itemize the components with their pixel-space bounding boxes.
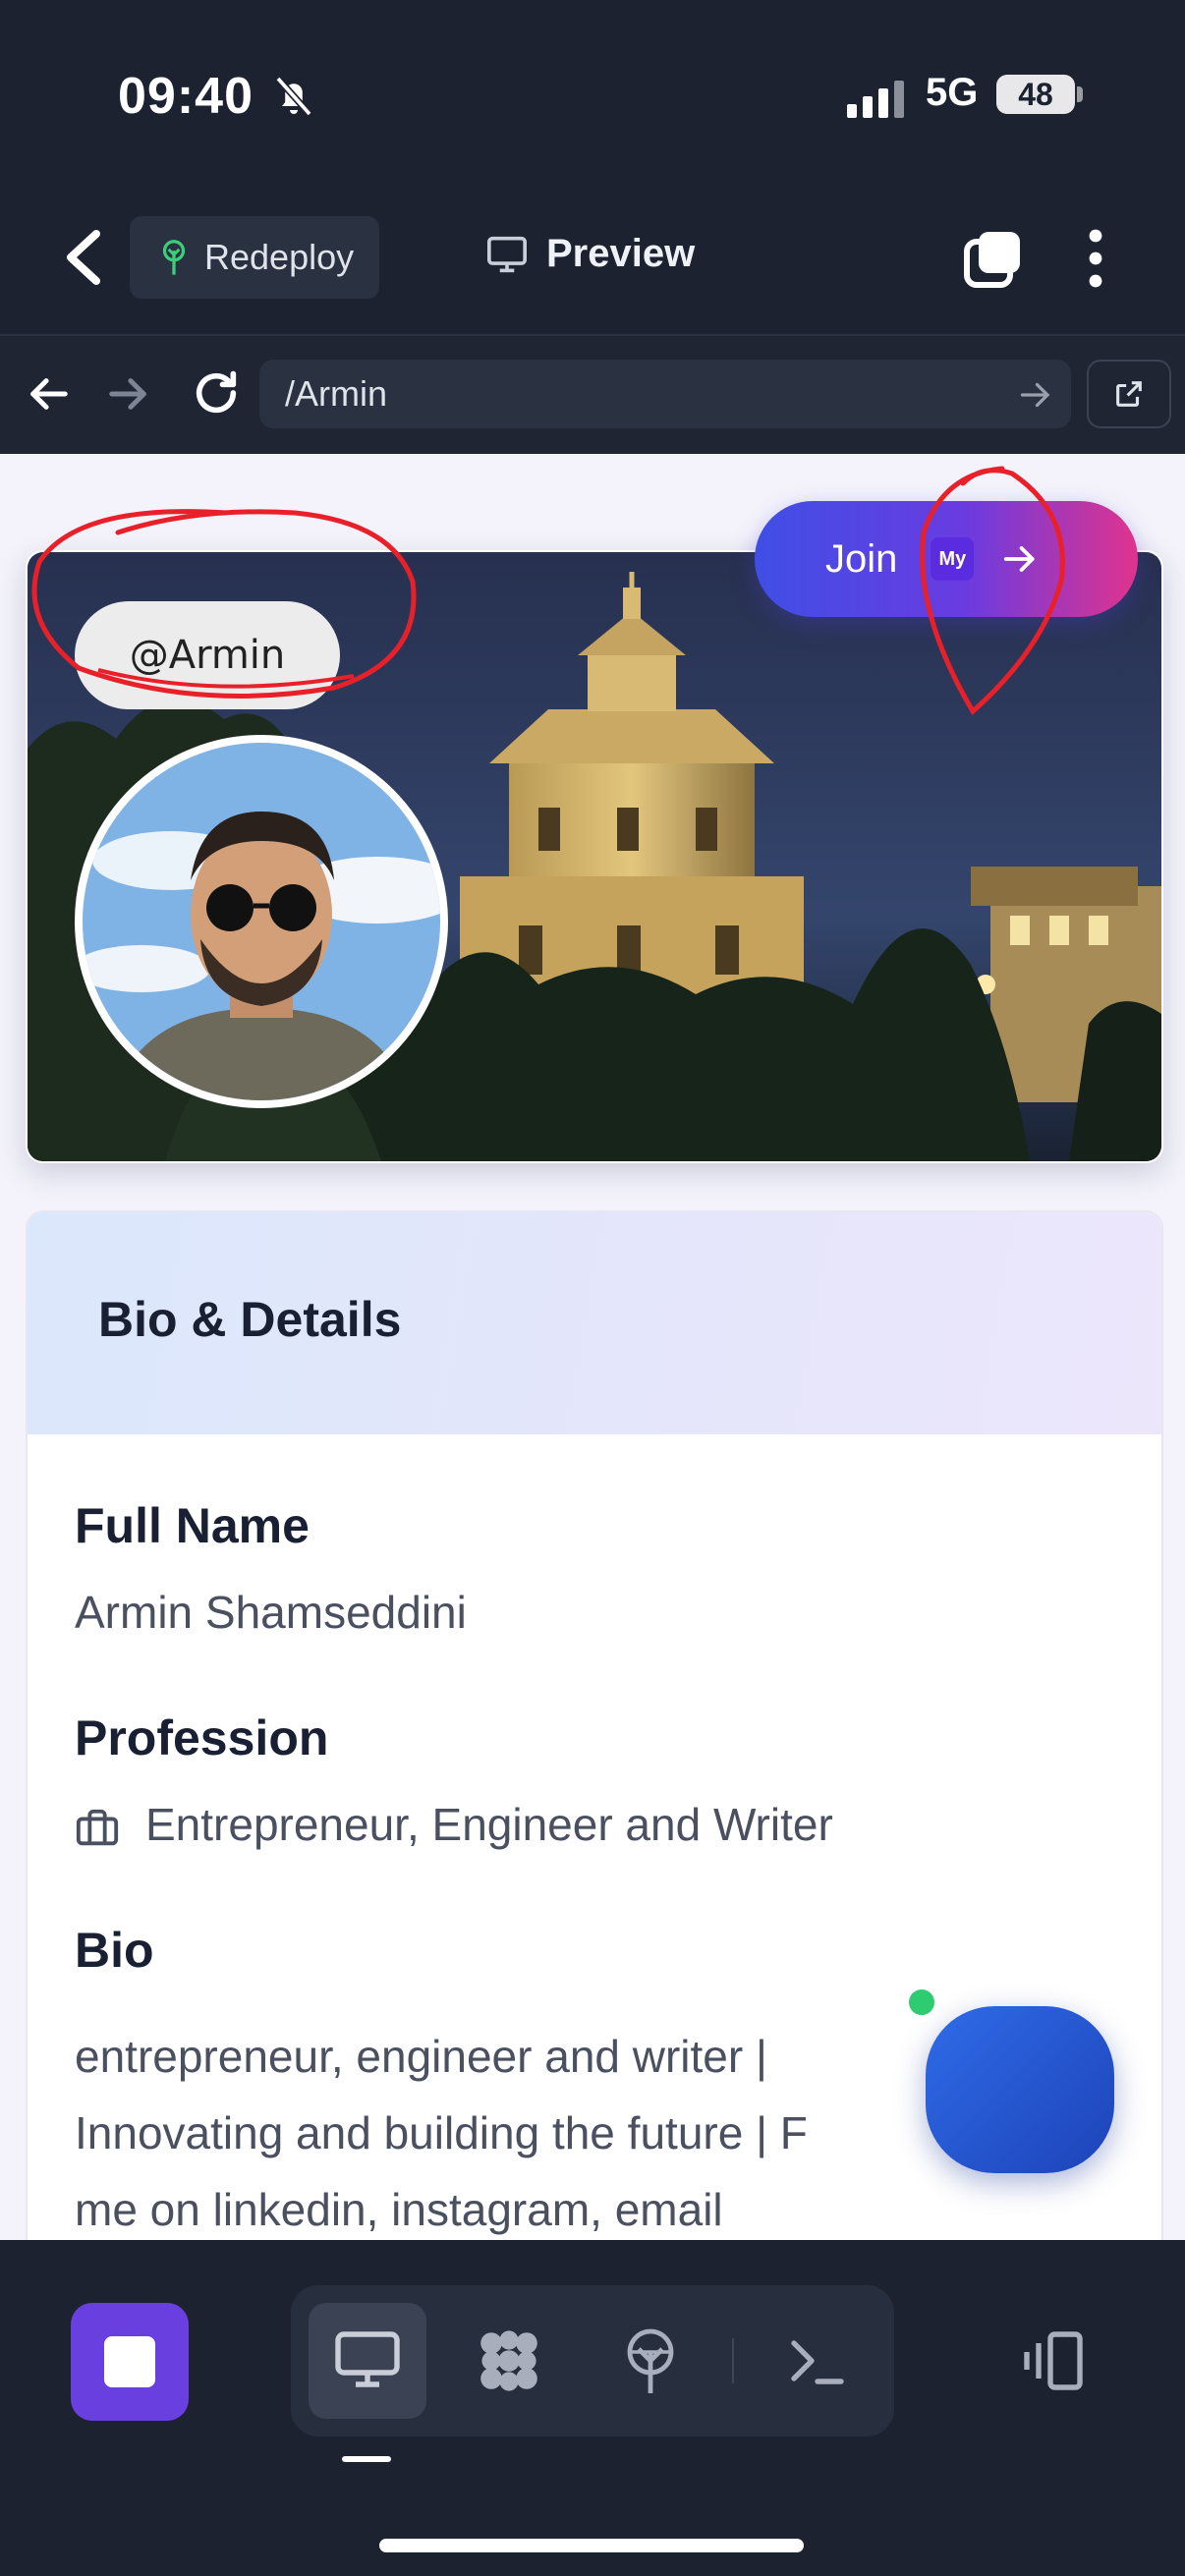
more-options-icon[interactable] <box>1081 228 1110 289</box>
divider <box>732 2338 734 2383</box>
deploy-tree-icon[interactable] <box>615 2325 686 2396</box>
online-status-dot <box>902 1983 941 2022</box>
stop-icon <box>104 2336 155 2387</box>
web-preview: @Armin Join My Bio & Details Full Name A… <box>0 454 1185 2240</box>
network-type: 5G <box>926 71 979 114</box>
stop-button[interactable] <box>71 2303 189 2421</box>
active-tab-indicator <box>342 2456 391 2462</box>
terminal-icon[interactable] <box>782 2325 853 2396</box>
tabs-icon[interactable] <box>963 228 1024 289</box>
device-layout-icon[interactable] <box>1018 2325 1089 2396</box>
battery-tip <box>1077 86 1083 102</box>
my-logo-badge: My <box>931 537 975 581</box>
briefcase-icon <box>76 1809 119 1846</box>
join-button[interactable]: Join My <box>755 501 1138 617</box>
preview-view-button[interactable] <box>309 2303 426 2419</box>
full-name-value: Armin Shamseddini <box>75 1587 467 1638</box>
monitor-icon <box>335 2331 400 2387</box>
preview-tab[interactable]: Preview <box>485 232 695 276</box>
profession-value: Entrepreneur, Engineer and Writer <box>145 1799 833 1850</box>
username-badge: @Armin <box>75 601 340 709</box>
avatar <box>75 735 448 1108</box>
profession-label: Profession <box>75 1710 329 1765</box>
full-name-label: Full Name <box>75 1498 310 1553</box>
floating-action-button[interactable] <box>926 2006 1114 2173</box>
join-label: Join <box>825 536 898 581</box>
go-arrow-icon[interactable] <box>1018 377 1053 413</box>
reload-icon[interactable] <box>191 367 242 419</box>
battery-indicator: 48 <box>996 75 1075 114</box>
url-text: /Armin <box>285 373 388 414</box>
browser-forward-icon[interactable] <box>106 371 151 417</box>
preview-label: Preview <box>546 232 696 275</box>
back-chevron-icon[interactable] <box>61 228 104 287</box>
redeploy-button[interactable]: Redeploy <box>130 216 379 299</box>
redeploy-label: Redeploy <box>204 237 355 277</box>
bell-muted-icon <box>275 76 312 117</box>
arrow-right-icon <box>1004 546 1035 572</box>
tree-icon <box>162 240 186 275</box>
grid-blobs-icon[interactable] <box>474 2325 544 2396</box>
browser-back-icon[interactable] <box>26 371 71 417</box>
bio-line: me on linkedin, instagram, email <box>75 2184 723 2235</box>
signal-icon <box>847 81 904 118</box>
external-link-icon <box>1116 381 1142 407</box>
url-field[interactable]: /Armin <box>259 360 1071 428</box>
status-time: 09:40 <box>118 68 254 125</box>
card-title: Bio & Details <box>98 1292 402 1347</box>
open-external-button[interactable] <box>1087 360 1171 428</box>
bio-label: Bio <box>75 1923 154 1978</box>
home-indicator[interactable] <box>379 2539 804 2552</box>
monitor-icon <box>487 236 527 272</box>
